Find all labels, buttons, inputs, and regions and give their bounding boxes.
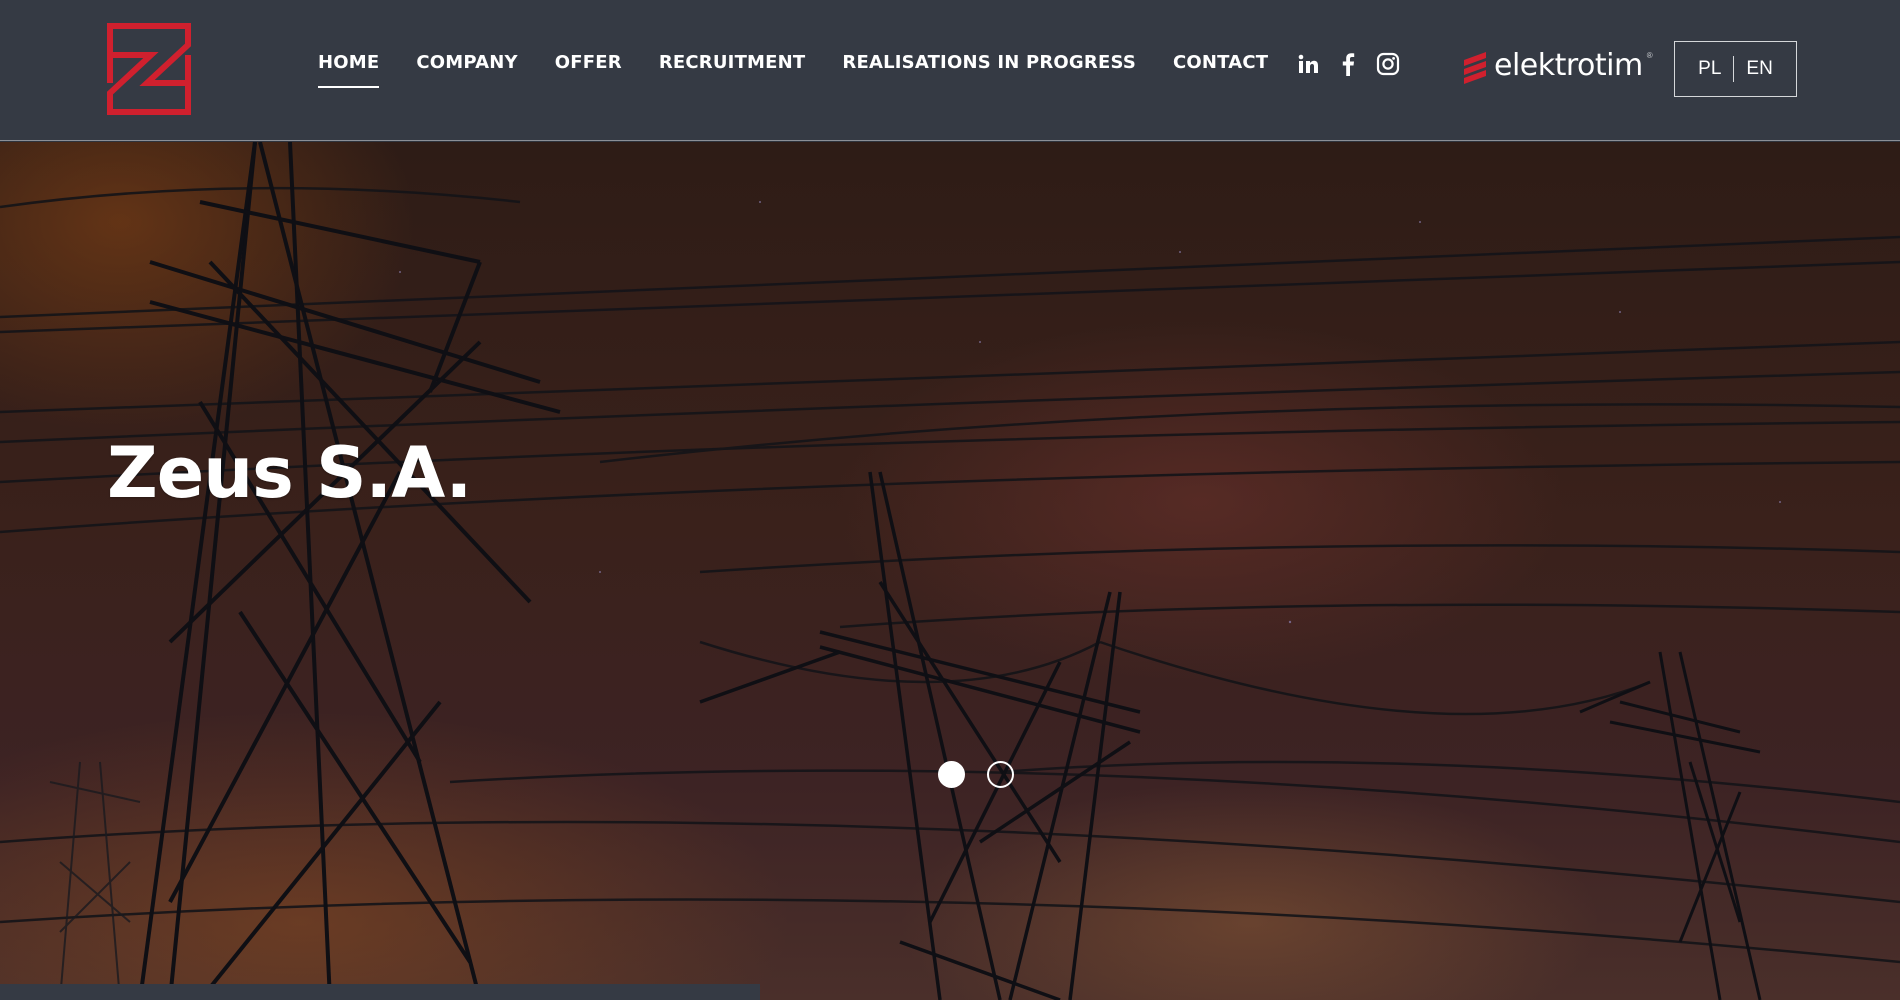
social-links bbox=[1296, 52, 1400, 76]
facebook-icon[interactable] bbox=[1336, 52, 1360, 76]
language-switcher: PL EN bbox=[1674, 41, 1797, 97]
nav-item-contact[interactable]: CONTACT bbox=[1173, 48, 1268, 88]
main-navigation: HOME COMPANY OFFER RECRUITMENT REALISATI… bbox=[318, 48, 1305, 88]
slider-pagination bbox=[938, 761, 1014, 788]
zeus-logo-icon[interactable] bbox=[107, 23, 191, 115]
lang-option-en[interactable]: EN bbox=[1734, 58, 1784, 80]
instagram-icon[interactable] bbox=[1376, 52, 1400, 76]
trademark-symbol: ® bbox=[1646, 51, 1653, 60]
lang-option-pl[interactable]: PL bbox=[1686, 58, 1733, 80]
elektrotim-logo-icon bbox=[1460, 48, 1490, 84]
hero-title: Zeus S.A. bbox=[107, 432, 472, 514]
site-header: HOME COMPANY OFFER RECRUITMENT REALISATI… bbox=[0, 0, 1900, 141]
elektrotim-wordmark: elektrotim bbox=[1494, 48, 1643, 83]
nav-item-company[interactable]: COMPANY bbox=[416, 48, 517, 88]
elektrotim-brand-link[interactable]: elektrotim ® bbox=[1460, 48, 1653, 84]
content-panel-edge bbox=[0, 984, 760, 1000]
nav-item-home[interactable]: HOME bbox=[318, 48, 380, 88]
linkedin-icon[interactable] bbox=[1296, 52, 1320, 76]
slider-dot-1[interactable] bbox=[938, 761, 965, 788]
nav-item-offer[interactable]: OFFER bbox=[555, 48, 622, 88]
slider-dot-2[interactable] bbox=[987, 761, 1014, 788]
nav-item-recruitment[interactable]: RECRUITMENT bbox=[659, 48, 806, 88]
power-lines-background-image bbox=[0, 142, 1900, 1000]
hero-slider: Zeus S.A. bbox=[0, 142, 1900, 1000]
nav-item-realisations[interactable]: REALISATIONS IN PROGRESS bbox=[842, 48, 1136, 88]
